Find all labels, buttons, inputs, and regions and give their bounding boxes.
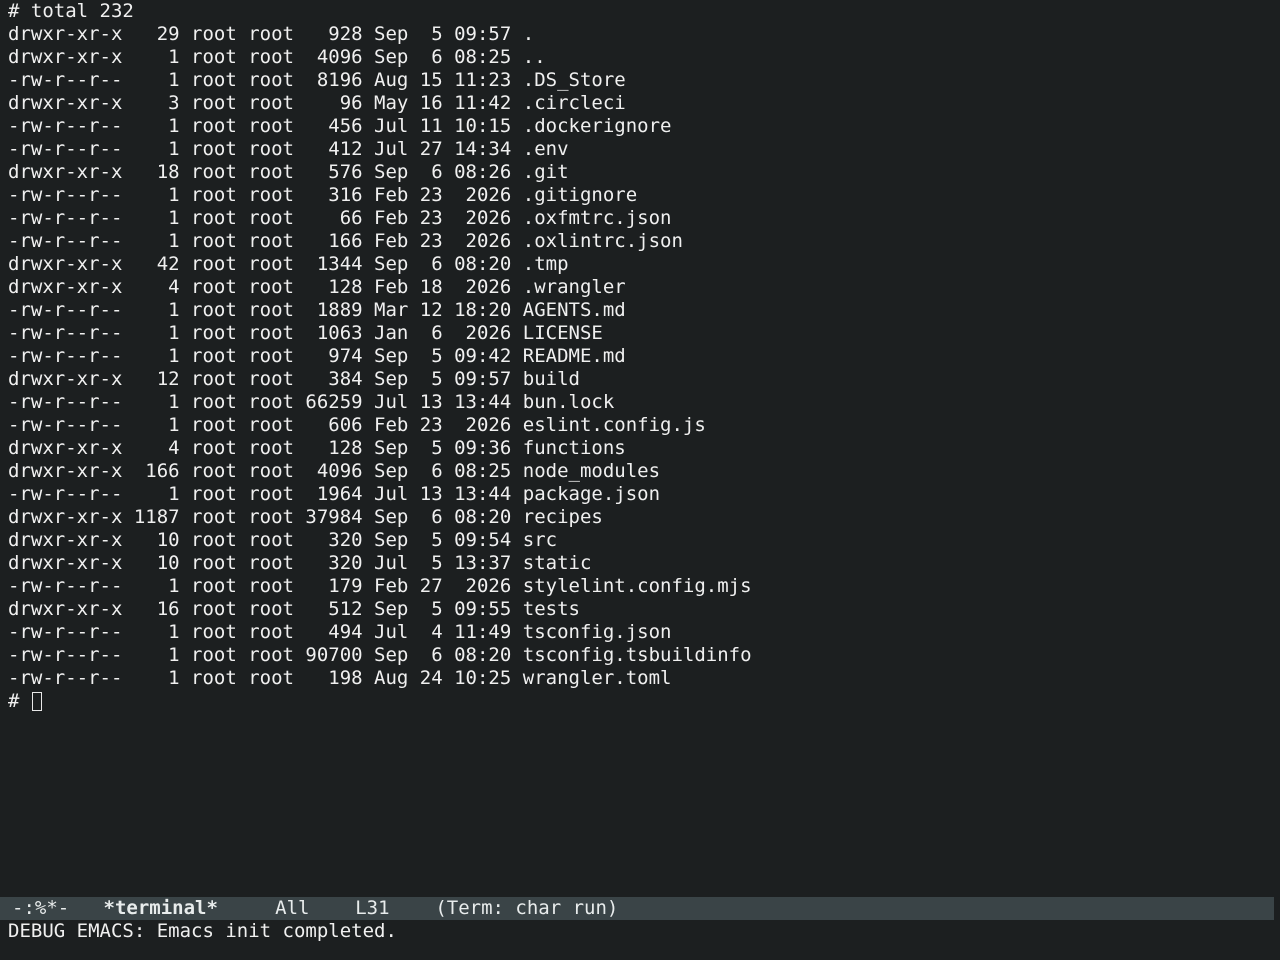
terminal-output-line: drwxr-xr-x 10 root root 320 Jul 5 13:37 … (8, 552, 592, 574)
terminal-output-line: drwxr-xr-x 166 root root 4096 Sep 6 08:2… (8, 460, 661, 482)
terminal-output-line: -rw-r--r-- 1 root root 1889 Mar 12 18:20… (8, 299, 626, 321)
terminal-header-line: # total 232 (8, 0, 134, 22)
mode-line-position: All (275, 897, 310, 919)
prompt-symbol: # (8, 690, 31, 712)
mode-line-buffer-name[interactable]: *terminal* (104, 897, 218, 919)
terminal-output-line: drwxr-xr-x 4 root root 128 Feb 18 2026 .… (8, 276, 626, 298)
terminal-output-line: drwxr-xr-x 10 root root 320 Sep 5 09:54 … (8, 529, 558, 551)
mode-line-major-mode[interactable]: (Term: char run) (435, 897, 618, 919)
terminal-output-line: -rw-r--r-- 1 root root 166 Feb 23 2026 .… (8, 230, 683, 252)
terminal-output-line: drwxr-xr-x 42 root root 1344 Sep 6 08:20… (8, 253, 569, 275)
terminal-output-line: drwxr-xr-x 1 root root 4096 Sep 6 08:25 … (8, 46, 546, 68)
terminal-output-line: -rw-r--r-- 1 root root 179 Feb 27 2026 s… (8, 575, 752, 597)
terminal-output-line: -rw-r--r-- 1 root root 606 Feb 23 2026 e… (8, 414, 706, 436)
mode-line-line-number: L31 (355, 897, 390, 919)
terminal-output-line: -rw-r--r-- 1 root root 66259 Jul 13 13:4… (8, 391, 615, 413)
terminal-output-line: drwxr-xr-x 18 root root 576 Sep 6 08:26 … (8, 161, 569, 183)
terminal-output-line: -rw-r--r-- 1 root root 1964 Jul 13 13:44… (8, 483, 661, 505)
terminal-output-line: -rw-r--r-- 1 root root 316 Feb 23 2026 .… (8, 184, 638, 206)
terminal-output-line: -rw-r--r-- 1 root root 66 Feb 23 2026 .o… (8, 207, 672, 229)
terminal-output-line: -rw-r--r-- 1 root root 90700 Sep 6 08:20… (8, 644, 752, 666)
terminal-output-line: -rw-r--r-- 1 root root 198 Aug 24 10:25 … (8, 667, 672, 689)
cursor (31, 692, 42, 711)
terminal-output-line: drwxr-xr-x 16 root root 512 Sep 5 09:55 … (8, 598, 580, 620)
terminal-output-line: drwxr-xr-x 12 root root 384 Sep 5 09:57 … (8, 368, 580, 390)
terminal-output-line: drwxr-xr-x 29 root root 928 Sep 5 09:57 … (8, 23, 535, 45)
terminal-output-line: -rw-r--r-- 1 root root 412 Jul 27 14:34 … (8, 138, 569, 160)
terminal-output-line: drwxr-xr-x 3 root root 96 May 16 11:42 .… (8, 92, 626, 114)
terminal-output: drwxr-xr-x 29 root root 928 Sep 5 09:57 … (8, 23, 1272, 690)
mode-line-status: -:%*- (12, 897, 70, 919)
terminal-buffer[interactable]: # total 232 drwxr-xr-x 29 root root 928 … (8, 0, 1272, 896)
echo-area: DEBUG EMACS: Emacs init completed. (8, 920, 397, 942)
terminal-output-line: -rw-r--r-- 1 root root 1063 Jan 6 2026 L… (8, 322, 603, 344)
terminal-output-line: drwxr-xr-x 4 root root 128 Sep 5 09:36 f… (8, 437, 626, 459)
mode-line: -:%*- *terminal* All L31 (Term: char run… (0, 897, 1274, 920)
terminal-output-line: -rw-r--r-- 1 root root 974 Sep 5 09:42 R… (8, 345, 626, 367)
terminal-output-line: -rw-r--r-- 1 root root 456 Jul 11 10:15 … (8, 115, 672, 137)
terminal-output-line: -rw-r--r-- 1 root root 494 Jul 4 11:49 t… (8, 621, 672, 643)
terminal-output-line: drwxr-xr-x 1187 root root 37984 Sep 6 08… (8, 506, 603, 528)
terminal-prompt-line[interactable]: # (8, 690, 1272, 713)
terminal-output-line: -rw-r--r-- 1 root root 8196 Aug 15 11:23… (8, 69, 626, 91)
